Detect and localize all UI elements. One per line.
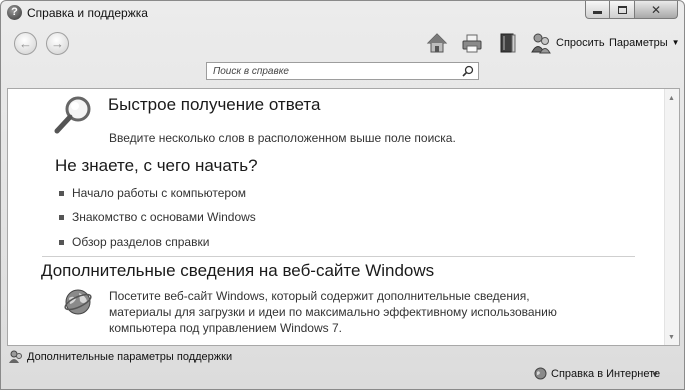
options-menu[interactable]: Параметры ▼ bbox=[609, 37, 680, 49]
ask-button[interactable]: Спросить bbox=[556, 37, 605, 49]
vertical-scrollbar[interactable]: ▲ ▼ bbox=[664, 89, 679, 345]
options-label: Параметры bbox=[609, 37, 668, 49]
search-icon[interactable] bbox=[462, 65, 474, 77]
browse-help-icon[interactable] bbox=[497, 32, 519, 54]
window-title: Справка и поддержка bbox=[27, 6, 148, 20]
chevron-down-icon: ▼ bbox=[671, 38, 680, 47]
more-support-link[interactable]: Дополнительные параметры поддержки bbox=[27, 351, 232, 363]
web-heading: Дополнительные сведения на веб-сайте Win… bbox=[41, 261, 435, 280]
web-description-line: Посетите веб-сайт Windows, который содер… bbox=[109, 289, 530, 303]
back-button[interactable]: ← bbox=[14, 32, 37, 55]
web-description-line: материалы для загрузки и идеи по максима… bbox=[109, 305, 557, 319]
help-app-icon: ? bbox=[7, 5, 22, 20]
scroll-up-icon[interactable]: ▲ bbox=[668, 95, 675, 102]
minimize-button[interactable] bbox=[585, 1, 610, 19]
link-browse-help[interactable]: Обзор разделов справки bbox=[59, 235, 209, 249]
scroll-down-icon[interactable]: ▼ bbox=[668, 334, 675, 341]
bullet-icon bbox=[59, 239, 64, 245]
link-label: Обзор разделов справки bbox=[72, 235, 210, 249]
link-label: Начало работы с компьютером bbox=[72, 186, 246, 200]
toolbar: ← → Спросить Параметры ▼ bbox=[1, 26, 684, 60]
online-help-button[interactable]: Справка в Интернете bbox=[551, 368, 660, 380]
link-label: Знакомство с основами Windows bbox=[72, 210, 256, 224]
section-divider bbox=[42, 256, 635, 257]
status-bar: Дополнительные параметры поддержки Справ… bbox=[1, 347, 684, 389]
help-window: ? Справка и поддержка ✕ ← → Спросить Пар… bbox=[0, 0, 685, 390]
home-icon[interactable] bbox=[426, 32, 448, 54]
close-button[interactable]: ✕ bbox=[635, 1, 678, 19]
quick-answer-heading: Быстрое получение ответа bbox=[108, 95, 321, 114]
help-content-pane: Быстрое получение ответа Введите несколь… bbox=[7, 88, 680, 346]
link-windows-basics[interactable]: Знакомство с основами Windows bbox=[59, 210, 256, 224]
start-heading: Не знаете, с чего начать? bbox=[55, 156, 258, 175]
chevron-down-icon[interactable]: ▼ bbox=[651, 370, 659, 379]
quick-answer-description: Введите несколько слов в расположенном в… bbox=[109, 131, 456, 145]
globe-icon bbox=[64, 289, 92, 315]
minimize-icon bbox=[593, 11, 602, 14]
web-description[interactable]: Посетите веб-сайт Windows, который содер… bbox=[109, 288, 579, 336]
magnifier-icon bbox=[54, 96, 91, 134]
ask-icon[interactable] bbox=[530, 32, 552, 54]
maximize-button[interactable] bbox=[610, 1, 635, 19]
forward-button[interactable]: → bbox=[46, 32, 69, 55]
window-controls: ✕ bbox=[585, 1, 678, 20]
support-icon bbox=[9, 350, 22, 363]
search-box bbox=[206, 62, 479, 80]
bullet-icon bbox=[59, 190, 64, 196]
maximize-icon bbox=[617, 5, 627, 14]
title-bar: ? Справка и поддержка ✕ bbox=[1, 1, 684, 25]
close-icon: ✕ bbox=[650, 2, 662, 17]
link-getting-started[interactable]: Начало работы с компьютером bbox=[59, 186, 246, 200]
web-description-line: компьютера под управлением Windows 7. bbox=[109, 321, 342, 335]
bullet-icon bbox=[59, 214, 64, 220]
print-icon[interactable] bbox=[461, 32, 483, 54]
search-input[interactable] bbox=[207, 63, 457, 79]
online-globe-icon bbox=[534, 367, 547, 380]
